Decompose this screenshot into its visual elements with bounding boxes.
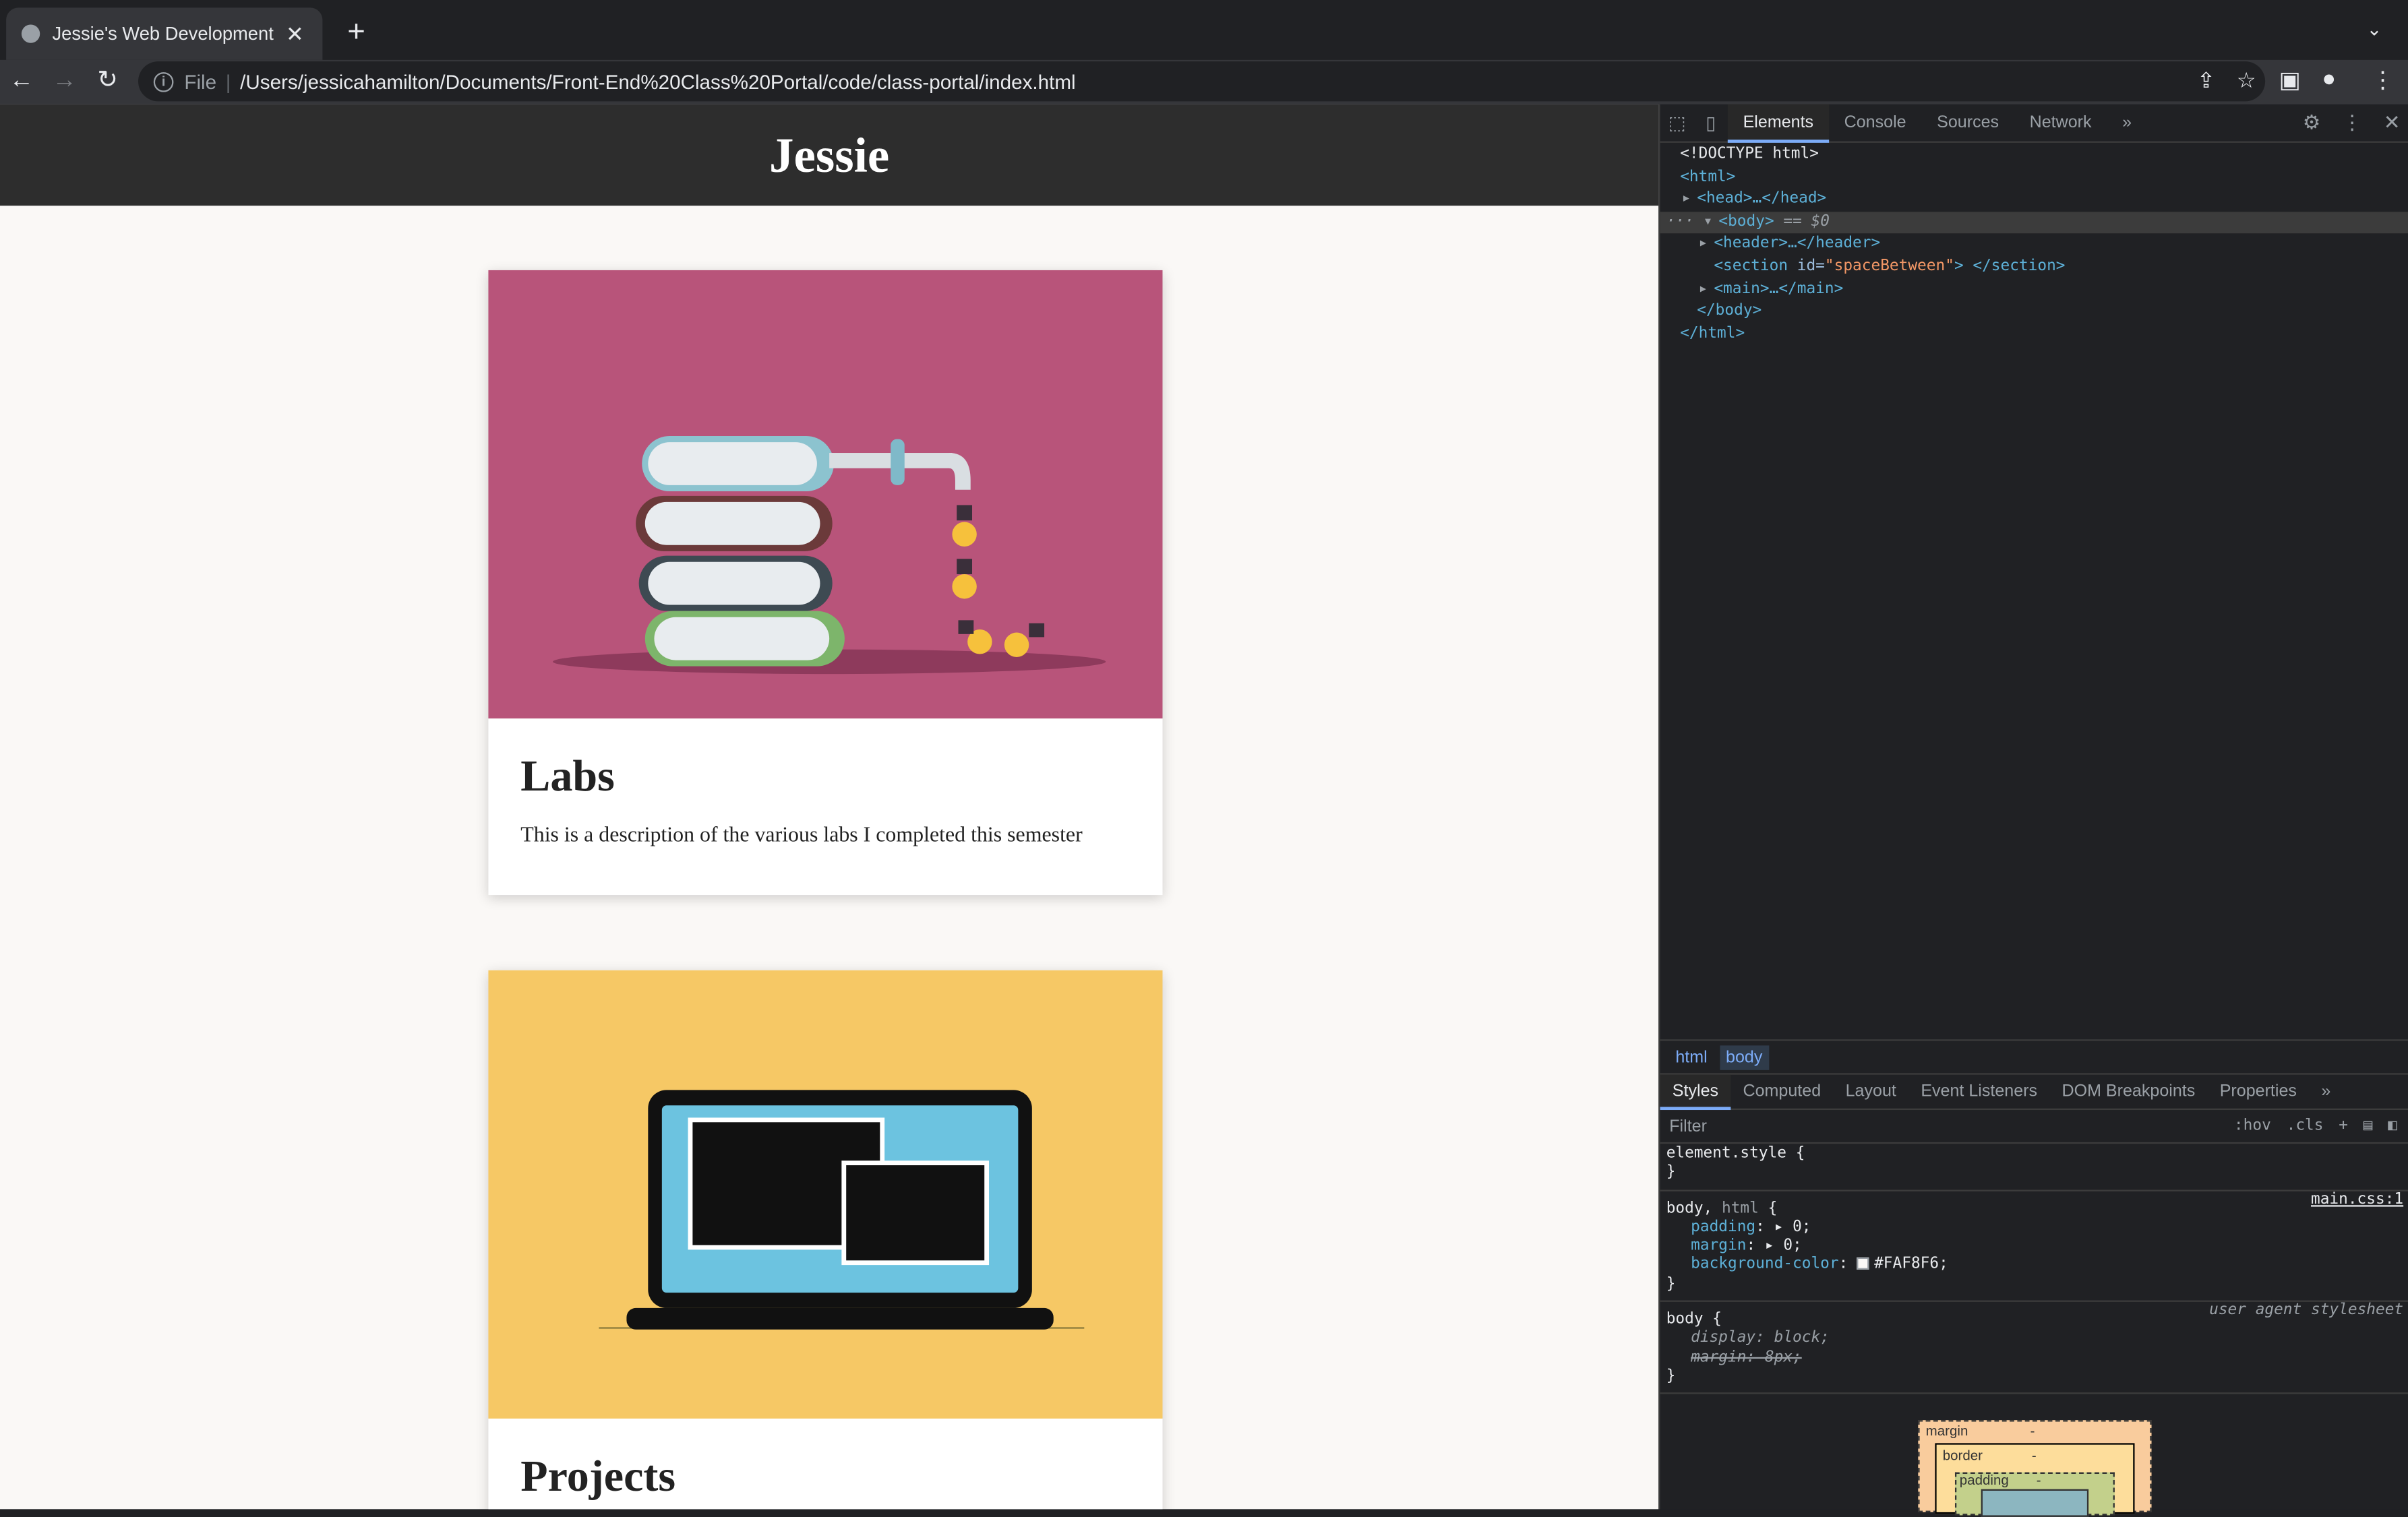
prop-background-color[interactable]: background-color: #FAF8F6;: [1666, 1257, 2403, 1276]
settings-gear-icon[interactable]: ⚙: [2303, 111, 2321, 135]
projects-card[interactable]: Projects: [488, 970, 1163, 1510]
browser-toolbar: ← → ↻ i File | /Users/jessicahamilton/Do…: [0, 59, 2408, 104]
devtools-menu-icon[interactable]: ⋮: [2342, 111, 2362, 135]
paint-icon[interactable]: ▤: [2364, 1117, 2373, 1134]
box-model-padding-label: padding: [1959, 1472, 2009, 1488]
site-header: Jessie: [0, 104, 1659, 206]
reload-icon[interactable]: ↻: [92, 66, 123, 97]
dom-node-html-close[interactable]: </html>: [1660, 323, 2408, 346]
more-panels-icon[interactable]: »: [2309, 1074, 2343, 1109]
tab-console[interactable]: Console: [1829, 104, 1922, 142]
add-rule-icon[interactable]: +: [2339, 1117, 2348, 1134]
browser-tab-strip: Jessie's Web Development ✕ + ⌄: [0, 0, 2408, 60]
dom-node-header[interactable]: ▸ <header>…</header>: [1660, 234, 2408, 256]
tab-computed[interactable]: Computed: [1730, 1074, 1833, 1109]
url-scheme-label: File: [184, 69, 217, 93]
tab-properties[interactable]: Properties: [2207, 1074, 2309, 1109]
dom-node-html[interactable]: <html>: [1660, 166, 2408, 189]
box-model-border: border - padding -: [1935, 1443, 2135, 1517]
page-viewport: Jessie Labs This is a description of the…: [0, 104, 1659, 1510]
box-model-padding: padding -: [1954, 1472, 2115, 1517]
expand-arrow-icon: ▸: [1681, 190, 1691, 208]
url-text[interactable]: /Users/jessicahamilton/Documents/Front-E…: [240, 70, 1075, 93]
prop-display[interactable]: display: block;: [1666, 1330, 2403, 1349]
dom-node-section[interactable]: <section id="spaceBetween"> </section>: [1660, 256, 2408, 278]
close-devtools-icon[interactable]: ✕: [2384, 111, 2401, 135]
collapse-arrow-icon: ▾: [1703, 213, 1713, 230]
breadcrumb-html[interactable]: html: [1669, 1045, 1714, 1069]
card-description-labs: This is a description of the various lab…: [520, 824, 1083, 848]
devtools-tab-bar: ⬚ ▯ Elements Console Sources Network » ⚙…: [1660, 103, 2408, 143]
box-model-content: [1981, 1489, 2089, 1517]
url-separator: |: [225, 69, 231, 93]
styles-tab-bar: Styles Computed Layout Event Listeners D…: [1660, 1073, 2408, 1111]
forward-icon[interactable]: →: [49, 66, 80, 97]
styles-filter-bar: Filter :hov .cls + ▤ ◧: [1660, 1110, 2408, 1144]
sidebar-toggle-icon[interactable]: ◧: [2388, 1117, 2397, 1134]
back-icon[interactable]: ←: [6, 66, 37, 97]
box-model-border-label: border: [1942, 1448, 1983, 1463]
box-model-padding-value[interactable]: -: [2037, 1473, 2041, 1488]
box-model-margin-label: margin: [1925, 1423, 1968, 1439]
styles-filter-input[interactable]: Filter: [1669, 1117, 2234, 1135]
tab-event-listeners[interactable]: Event Listeners: [1908, 1074, 2049, 1109]
devtools-panel: ⬚ ▯ Elements Console Sources Network » ⚙…: [1658, 103, 2408, 1517]
color-swatch[interactable]: [1857, 1258, 1870, 1271]
box-model-margin-value[interactable]: -: [2030, 1423, 2035, 1439]
side-panel-icon[interactable]: ▣: [2279, 66, 2301, 94]
profile-avatar-icon[interactable]: ●: [2322, 66, 2336, 92]
dom-tree: <!DOCTYPE html> <html> ▸ <head>…</head> ·…: [1660, 144, 2408, 346]
expand-arrow-icon: ▸: [1698, 235, 1708, 253]
rule-element-style: element.style { }: [1660, 1145, 2408, 1191]
breadcrumb: html body: [1660, 1039, 2408, 1073]
prop-margin[interactable]: margin: ▸ 0;: [1666, 1238, 2403, 1257]
dom-node-doctype[interactable]: <!DOCTYPE html>: [1660, 144, 2408, 166]
rule-body-html: body, html { main.css:1 padding: ▸ 0; ma…: [1660, 1191, 2408, 1302]
projects-illustration: [488, 970, 1163, 1419]
cls-toggle[interactable]: .cls: [2287, 1117, 2324, 1134]
share-icon[interactable]: ⇪: [2197, 67, 2215, 94]
source-link-main-css[interactable]: main.css:1: [2311, 1191, 2403, 1210]
site-title: Jessie: [769, 126, 890, 182]
tab-close-icon[interactable]: ✕: [282, 21, 307, 47]
prop-padding[interactable]: padding: ▸ 0;: [1666, 1219, 2403, 1238]
tab-sources[interactable]: Sources: [1921, 104, 2014, 142]
bookmark-star-icon[interactable]: ☆: [2237, 67, 2256, 94]
browser-tab-active[interactable]: Jessie's Web Development ✕: [6, 7, 323, 60]
kebab-menu-icon[interactable]: ⋮: [2371, 66, 2394, 94]
styles-pane: element.style { } body, html { main.css:…: [1660, 1145, 2408, 1395]
prop-margin-overridden[interactable]: margin: 8px;: [1666, 1349, 2403, 1368]
tab-search-chevron-icon[interactable]: ⌄: [2366, 18, 2382, 40]
labs-card[interactable]: Labs This is a description of the variou…: [488, 270, 1163, 896]
rule-body-ua: body { user agent stylesheet display: bl…: [1660, 1301, 2408, 1395]
expand-arrow-icon: ▸: [1698, 280, 1708, 297]
inspect-element-icon[interactable]: ⬚: [1660, 112, 1694, 133]
more-tabs-icon[interactable]: »: [2107, 104, 2147, 142]
tab-dom-breakpoints[interactable]: DOM Breakpoints: [2049, 1074, 2207, 1109]
dom-node-head[interactable]: ▸ <head>…</head>: [1660, 189, 2408, 212]
device-toolbar-icon[interactable]: ▯: [1694, 112, 1728, 133]
info-icon[interactable]: i: [153, 71, 174, 92]
tab-styles[interactable]: Styles: [1660, 1074, 1731, 1109]
labs-illustration: [488, 270, 1163, 719]
box-model-diagram: margin - border - padding -: [1918, 1420, 2152, 1517]
hov-toggle[interactable]: :hov: [2234, 1117, 2271, 1134]
tab-title: Jessie's Web Development: [52, 23, 274, 45]
box-model-border-value[interactable]: -: [2032, 1448, 2037, 1463]
dom-node-body-close[interactable]: </body>: [1660, 301, 2408, 323]
tab-network[interactable]: Network: [2014, 104, 2107, 142]
tab-elements[interactable]: Elements: [1727, 103, 1829, 142]
card-title-labs: Labs: [520, 752, 615, 802]
card-title-projects: Projects: [520, 1452, 676, 1501]
ua-source-label: user agent stylesheet: [2209, 1301, 2404, 1320]
dom-node-body[interactable]: ··· ▾ <body> == $0: [1660, 211, 2408, 235]
dom-node-main[interactable]: ▸ <main>…</main>: [1660, 279, 2408, 301]
tab-layout[interactable]: Layout: [1833, 1074, 1908, 1109]
address-bar[interactable]: i File | /Users/jessicahamilton/Document…: [138, 61, 2266, 102]
new-tab-button[interactable]: +: [341, 16, 372, 49]
globe-icon: [21, 24, 40, 43]
breadcrumb-body[interactable]: body: [1719, 1045, 1769, 1070]
